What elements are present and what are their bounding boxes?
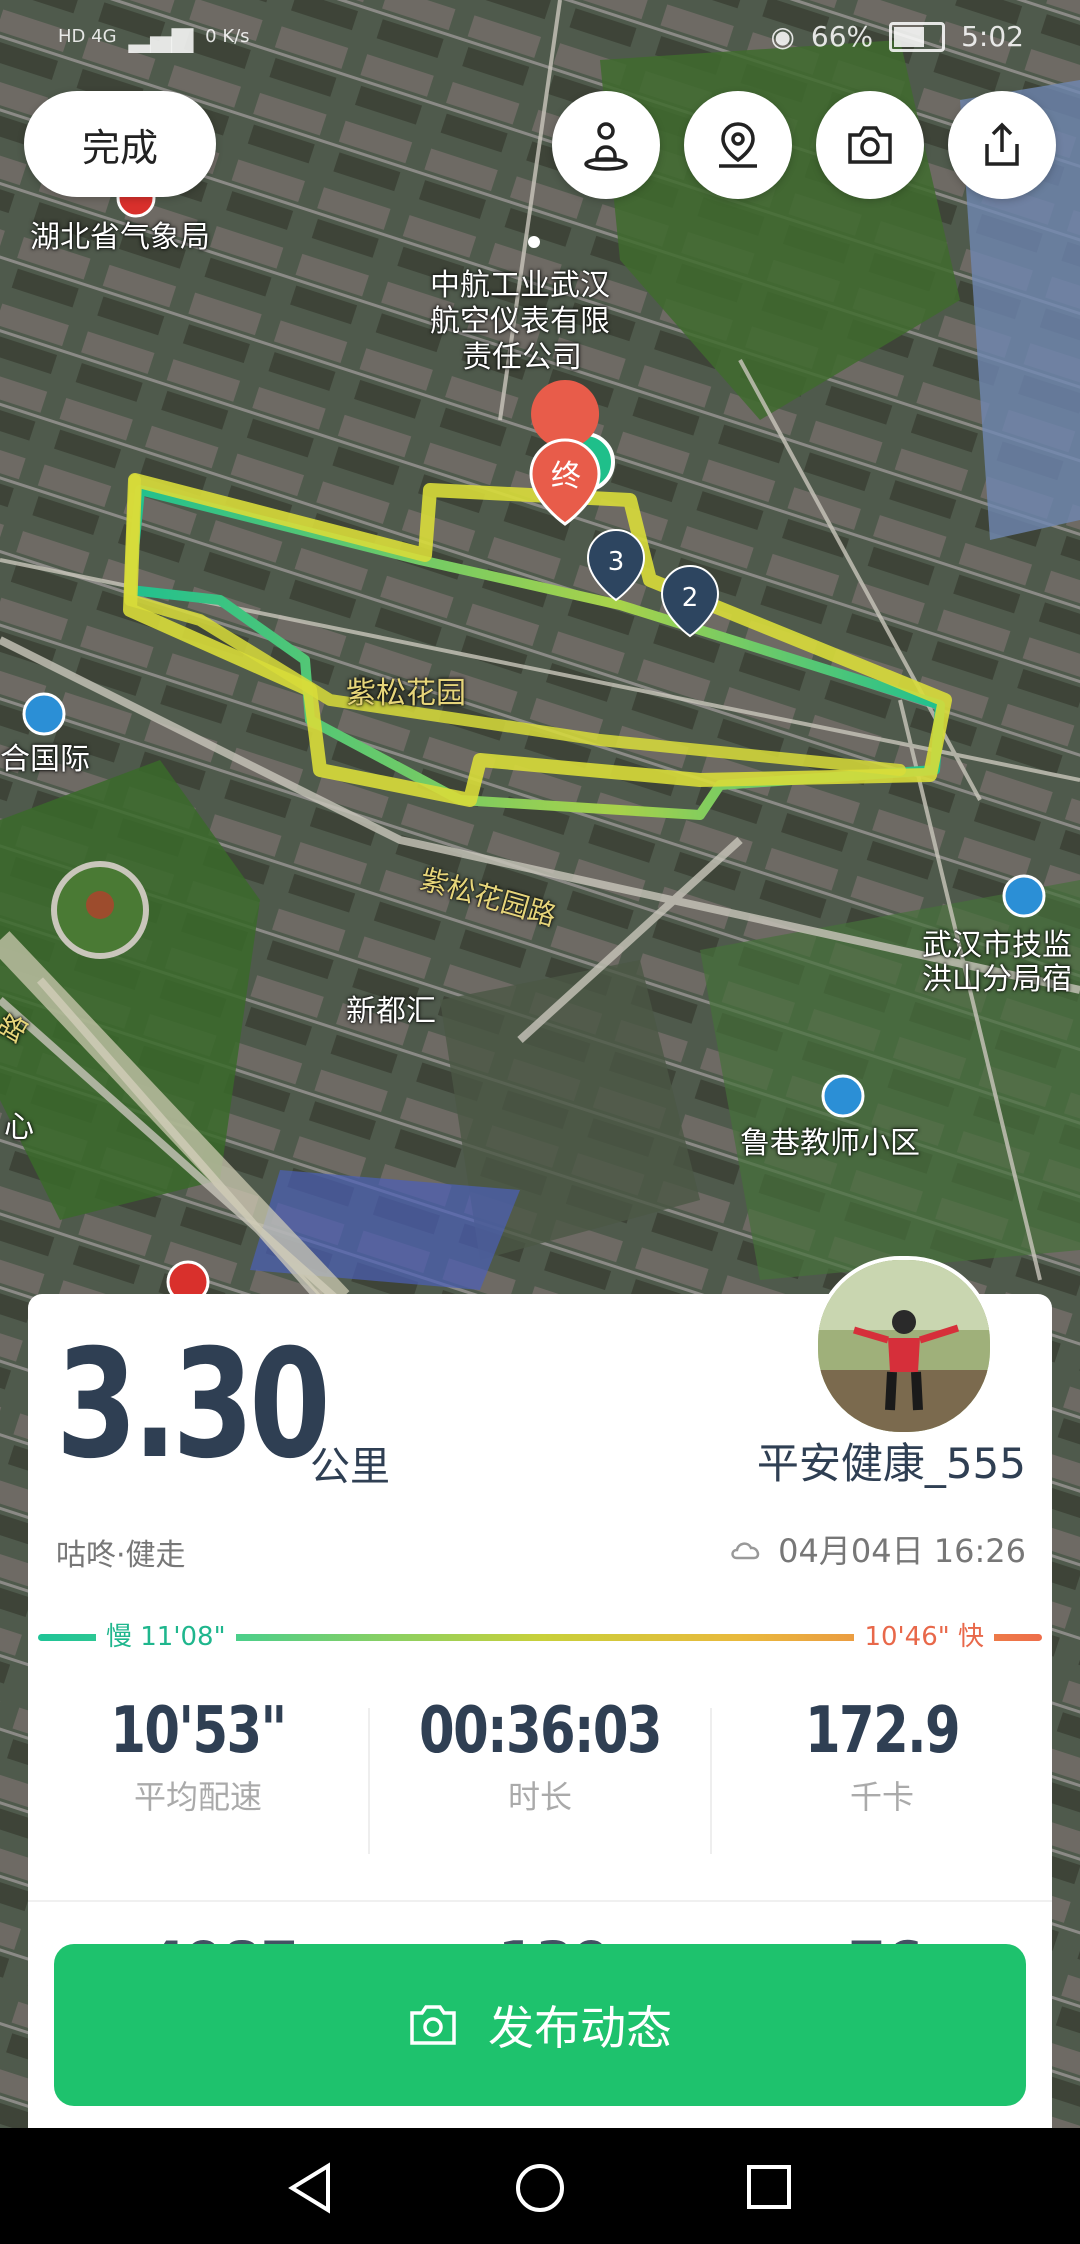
- status-bar: HD 4G ▂▄▆ 0 K/s ◉ 66% 5:02: [0, 0, 1080, 80]
- navigation-bar: [0, 2128, 1080, 2244]
- map-label-hubei-weather: 湖北省气象局: [30, 220, 210, 255]
- end-marker-label: 终: [551, 459, 581, 494]
- camera-button[interactable]: [816, 91, 924, 199]
- pace-slow-label: 慢 11'08": [96, 1620, 236, 1654]
- publish-button[interactable]: 发布动态: [54, 1944, 1026, 2106]
- map-label-avic-1: 中航工业武汉: [430, 268, 610, 303]
- stat-duration: 00:36:03 时长: [370, 1694, 710, 1818]
- recents-icon[interactable]: [746, 2164, 792, 2210]
- distance-unit: 公里: [310, 1444, 390, 1490]
- poi-dot-icon: [528, 236, 540, 248]
- distance-value: 3.30: [56, 1318, 331, 1492]
- stat-avg-pace: 10'53" 平均配速: [28, 1694, 368, 1818]
- poi-building-icon: [821, 1074, 865, 1118]
- pace-fast-label: 10'46" 快: [854, 1620, 994, 1654]
- end-marker-icon: [529, 380, 601, 526]
- signal-icon: ▂▄▆: [128, 20, 194, 53]
- sport-type: 咕咚·健走: [56, 1538, 186, 1573]
- publish-label: 发布动态: [488, 2001, 672, 2055]
- stat-label: 千卡: [849, 1778, 914, 1816]
- pace-gradient-bar: 慢 11'08" 10'46" 快: [38, 1620, 1042, 1654]
- stat-label: 时长: [507, 1778, 572, 1816]
- map-label-wuhan-1: 武汉市技监: [922, 928, 1072, 963]
- stat-value: 00:36:03: [419, 1694, 663, 1768]
- km-marker-2-label: 2: [682, 583, 699, 613]
- map-label-avic-3: 责任公司: [462, 340, 582, 375]
- share-button[interactable]: [948, 91, 1056, 199]
- map-label-wuhan-2: 洪山分局宿: [922, 962, 1072, 997]
- network-speed: 0 K/s: [205, 26, 250, 47]
- map-label-heguoji: 合国际: [0, 742, 90, 777]
- map-label-avic-2: 航空仪表有限: [430, 304, 610, 339]
- person-icon: [584, 122, 628, 171]
- username: 平安健康_555: [756, 1439, 1026, 1488]
- camera-icon: [410, 2005, 456, 2045]
- poi-building-icon: [1002, 874, 1046, 918]
- avatar-photo: [818, 1260, 990, 1432]
- poi-building-icon: [22, 692, 66, 736]
- home-icon[interactable]: [514, 2162, 566, 2214]
- stat-value: 10'53": [110, 1694, 287, 1768]
- location-button[interactable]: [684, 91, 792, 199]
- map-label-luxiang: 鲁巷教师小区: [740, 1126, 920, 1161]
- network-indicator: HD 4G: [58, 26, 117, 47]
- camera-icon: [848, 126, 892, 164]
- share-icon: [985, 122, 1019, 166]
- cloud-icon: [731, 1542, 760, 1560]
- map-label-zisong-garden: 紫松花园: [346, 676, 466, 711]
- datetime-text: 04月04日 16:26: [778, 1532, 1026, 1570]
- map-label-xinduhui: 新都汇: [346, 994, 436, 1029]
- stat-calories: 172.9 千卡: [712, 1694, 1052, 1818]
- stat-value: 172.9: [805, 1694, 961, 1768]
- clock: 5:02: [961, 20, 1024, 53]
- section-divider: [28, 1900, 1052, 1902]
- map-roundabout-center: [86, 891, 114, 919]
- person-view-button[interactable]: [552, 91, 660, 199]
- eye-icon: ◉: [770, 20, 795, 53]
- km-marker-3-label: 3: [608, 547, 625, 577]
- avatar[interactable]: [814, 1256, 994, 1436]
- location-pin-icon: [719, 122, 757, 168]
- done-button[interactable]: 完成: [24, 91, 216, 197]
- battery-icon: [889, 21, 946, 52]
- stat-label: 平均配速: [133, 1778, 262, 1816]
- battery-percent: 66%: [810, 20, 874, 53]
- workout-datetime: 04月04日 16:26: [728, 1526, 1026, 1572]
- map-label-xin: 心: [4, 1110, 34, 1145]
- back-icon[interactable]: [286, 2162, 334, 2214]
